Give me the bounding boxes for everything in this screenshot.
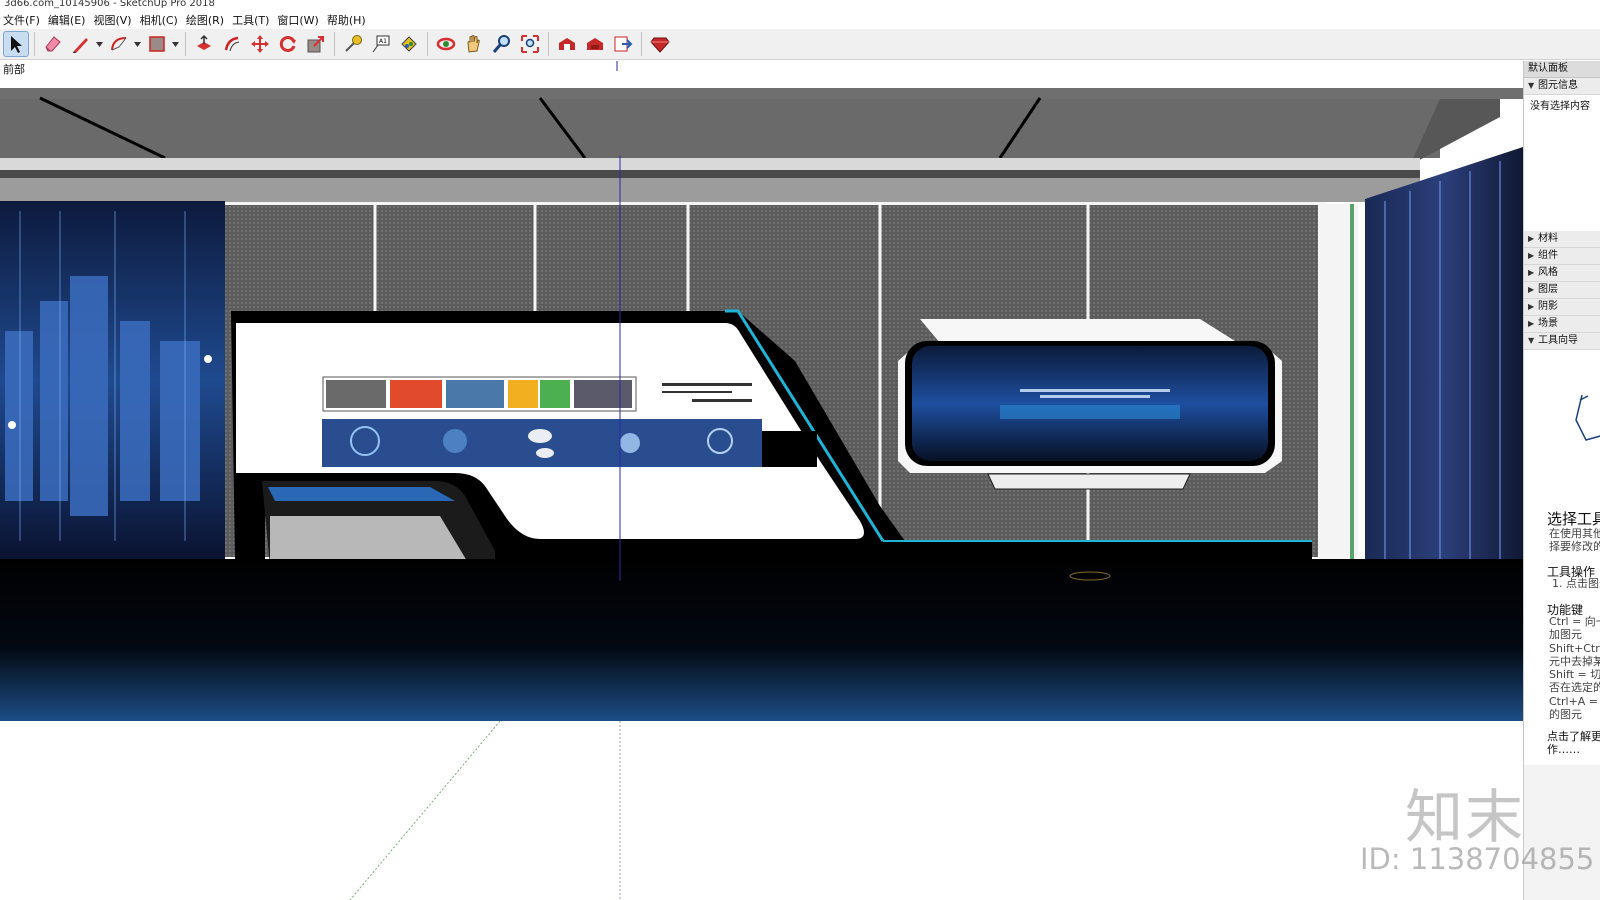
pan-hand-icon[interactable]	[462, 32, 486, 56]
chevron-down-icon[interactable]	[171, 32, 179, 56]
instructor-key-line: Shift = 切换	[1549, 668, 1600, 681]
window-title: 3d66.com_10145906 - SketchUp Pro 2018	[0, 0, 1600, 10]
menu-edit[interactable]: 编辑(E)	[45, 12, 91, 28]
tray-section-scenes[interactable]: ▶ 场景	[1524, 316, 1600, 333]
default-tray: 默认面板 ▼ 图元信息 没有选择内容 ▶ 材料 ▶ 组件 ▶ 风格 ▶ 图层 ▶…	[1523, 61, 1600, 900]
toolbar-separator	[641, 32, 642, 56]
triangle-right-icon: ▶	[1528, 251, 1535, 260]
menu-camera[interactable]: 相机(C)	[137, 12, 183, 28]
pencil-line-icon[interactable]	[69, 32, 93, 56]
toolbar-separator	[548, 32, 549, 56]
rectangle-shape-icon[interactable]	[145, 32, 169, 56]
rotate-icon[interactable]	[276, 32, 300, 56]
instructor-key-line: Shift+Ctrl =	[1549, 642, 1600, 655]
zoom-extents-icon[interactable]	[518, 32, 542, 56]
triangle-right-icon: ▶	[1528, 319, 1535, 328]
toolbar-separator	[34, 32, 35, 56]
instructor-desc-line: 在使用其他	[1549, 527, 1600, 540]
model-render	[0, 61, 1523, 900]
menu-tools[interactable]: 工具(T)	[229, 12, 274, 28]
menu-bar: 文件(F) 编辑(E) 视图(V) 相机(C) 绘图(R) 工具(T) 窗口(W…	[0, 11, 1600, 29]
instructor-more-link[interactable]: 作……	[1547, 741, 1580, 757]
entity-info-body: 没有选择内容	[1524, 95, 1600, 231]
tray-section-label: 图层	[1538, 284, 1558, 295]
tray-section-label: 场景	[1538, 318, 1558, 329]
tray-section-label: 阴影	[1538, 301, 1558, 312]
no-selection-text: 没有选择内容	[1530, 101, 1590, 112]
instructor-desc-line: 择要修改的	[1549, 540, 1600, 553]
instructor-title: 选择工具	[1547, 510, 1600, 528]
tray-section-instructor[interactable]: ▼ 工具向导	[1524, 333, 1600, 350]
toolbar-separator	[334, 32, 335, 56]
toolbar-separator	[185, 32, 186, 56]
arc-icon[interactable]	[107, 32, 131, 56]
triangle-right-icon: ▶	[1528, 302, 1535, 311]
menu-draw[interactable]: 绘图(R)	[183, 12, 229, 28]
svg-text:A1: A1	[379, 38, 387, 45]
menu-view[interactable]: 视图(V)	[90, 12, 136, 28]
triangle-down-icon: ▼	[1528, 336, 1535, 345]
main-toolbar: A1	[0, 29, 1600, 60]
warehouse-icon[interactable]	[555, 32, 579, 56]
triangle-right-icon: ▶	[1528, 268, 1535, 277]
menu-help[interactable]: 帮助(H)	[324, 12, 371, 28]
tray-section-styles[interactable]: ▶ 风格	[1524, 265, 1600, 282]
offset-icon[interactable]	[220, 32, 244, 56]
entity-info-section[interactable]: ▼ 图元信息	[1524, 78, 1600, 95]
menu-file[interactable]: 文件(F)	[0, 12, 45, 28]
push-pull-icon[interactable]	[192, 32, 216, 56]
instructor-body: 选择工具 在使用其他 择要修改的 工具操作 1. 点击图元 功能键 Ctrl =…	[1524, 350, 1600, 765]
tray-section-label: 风格	[1538, 267, 1558, 278]
scene-tab[interactable]: 前部	[3, 61, 25, 77]
tray-section-shadows[interactable]: ▶ 阴影	[1524, 299, 1600, 316]
extension-warehouse-icon[interactable]	[583, 32, 607, 56]
menu-window[interactable]: 窗口(W)	[274, 12, 323, 28]
text-label-icon[interactable]: A1	[369, 32, 393, 56]
move-icon[interactable]	[248, 32, 272, 56]
eraser-icon[interactable]	[41, 32, 65, 56]
select-tool-illustration-icon	[1575, 394, 1600, 441]
chevron-down-icon[interactable]	[133, 32, 141, 56]
entity-info-label: 图元信息	[1538, 80, 1578, 91]
tray-section-components[interactable]: ▶ 组件	[1524, 248, 1600, 265]
tray-section-label: 组件	[1538, 250, 1558, 261]
instructor-ops-line: 1. 点击图元	[1552, 577, 1600, 590]
send-to-layout-icon[interactable]	[611, 32, 635, 56]
toolbar-separator	[427, 32, 428, 56]
instructor-key-line: Ctrl+A = 选	[1549, 695, 1600, 708]
ruby-console-icon[interactable]	[648, 32, 672, 56]
tray-section-label: 材料	[1538, 233, 1558, 244]
instructor-key-line: 加图元	[1549, 628, 1582, 641]
drawing-viewport[interactable]: 前部	[0, 61, 1523, 900]
paint-bucket-icon[interactable]	[397, 32, 421, 56]
instructor-key-line: Ctrl = 向一	[1549, 615, 1600, 628]
instructor-key-line: 的图元	[1549, 708, 1582, 721]
instructor-key-line: 否在选定的	[1549, 681, 1600, 694]
scale-icon[interactable]	[304, 32, 328, 56]
instructor-key-line: 元中去掉某	[1549, 655, 1600, 668]
tray-header[interactable]: 默认面板	[1524, 61, 1600, 78]
triangle-right-icon: ▶	[1528, 234, 1535, 243]
tray-section-materials[interactable]: ▶ 材料	[1524, 231, 1600, 248]
triangle-down-icon: ▼	[1528, 81, 1535, 90]
tape-measure-icon[interactable]	[341, 32, 365, 56]
chevron-down-icon[interactable]	[95, 32, 103, 56]
tray-section-label: 工具向导	[1538, 335, 1578, 346]
watermark-id: ID: 1138704855	[1360, 842, 1595, 876]
triangle-right-icon: ▶	[1528, 285, 1535, 294]
tray-section-layers[interactable]: ▶ 图层	[1524, 282, 1600, 299]
orbit-icon[interactable]	[434, 32, 458, 56]
select-arrow-icon[interactable]	[3, 31, 29, 57]
zoom-icon[interactable]	[490, 32, 514, 56]
